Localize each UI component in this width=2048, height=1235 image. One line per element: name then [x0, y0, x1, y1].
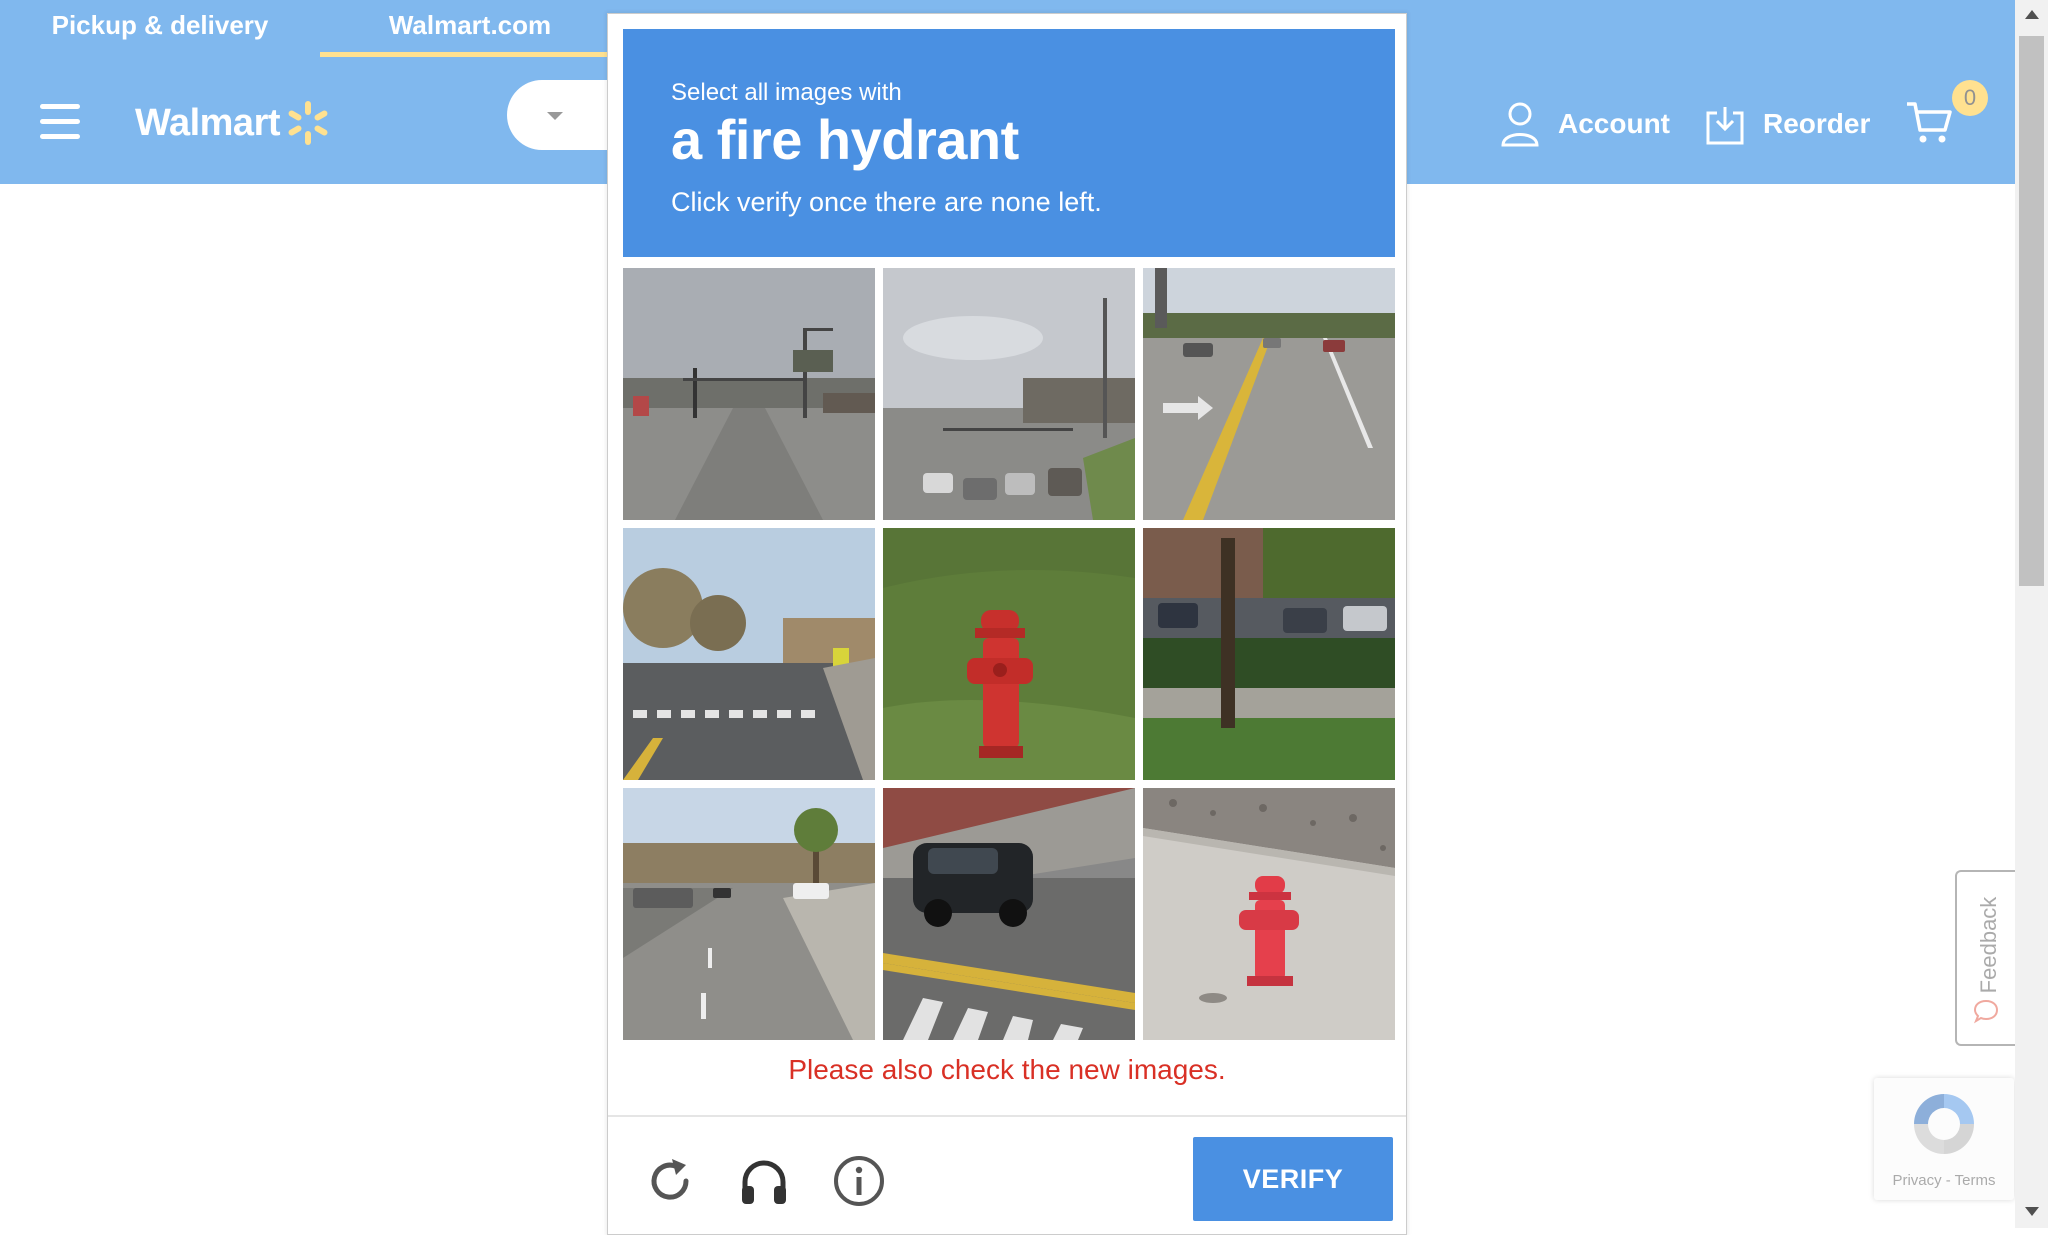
captcha-error-message: Please also check the new images. [788, 1054, 1226, 1085]
scroll-thumb[interactable] [2019, 36, 2044, 586]
captcha-tile[interactable] [623, 268, 875, 520]
info-icon [834, 1156, 884, 1206]
reload-icon [651, 1159, 689, 1200]
prompt-small-text: Select all images with [671, 79, 902, 106]
captcha-tile[interactable] [1143, 788, 1395, 1040]
prompt-target-object: a fire hydrant [671, 108, 1019, 171]
info-button[interactable] [832, 1154, 886, 1208]
captcha-tile[interactable] [1143, 528, 1395, 780]
scroll-up-arrow[interactable] [2025, 10, 2039, 19]
captcha-challenge: Select all images with a fire hydrant Cl… [607, 13, 1407, 1235]
captcha-image-grid [623, 268, 1395, 1040]
headphones-icon [742, 1160, 786, 1204]
captcha-divider [608, 1115, 1406, 1117]
captcha-tile[interactable] [623, 528, 875, 780]
captcha-tile[interactable] [1143, 268, 1395, 520]
captcha-prompt-header: Select all images with a fire hydrant Cl… [623, 29, 1395, 257]
prompt-instruction: Click verify once there are none left. [671, 187, 1102, 217]
scroll-down-arrow[interactable] [2025, 1207, 2039, 1216]
captcha-tile[interactable] [883, 788, 1135, 1040]
verify-button[interactable]: VERIFY [1193, 1137, 1393, 1221]
page-scrollbar[interactable] [2015, 0, 2048, 1228]
reload-button[interactable] [643, 1154, 697, 1208]
captcha-tile[interactable] [883, 268, 1135, 520]
captcha-tile[interactable] [883, 528, 1135, 780]
audio-challenge-button[interactable] [737, 1154, 791, 1208]
captcha-tile[interactable] [623, 788, 875, 1040]
